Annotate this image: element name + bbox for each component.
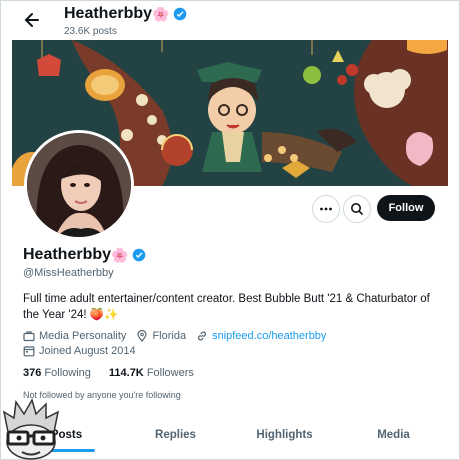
following-label: Following <box>44 367 91 379</box>
profile-meta-row-1: Media Personality Florida snipfeed.co/he… <box>23 330 326 342</box>
profile-name: Heatherbby 🌸 <box>23 246 146 264</box>
calendar-icon <box>23 346 35 357</box>
tab-label: Highlights <box>256 429 313 441</box>
avatar-photo <box>27 133 131 237</box>
verified-badge-icon[interactable] <box>132 248 146 262</box>
search-icon <box>351 203 364 216</box>
followers-count: 114.7K <box>108 367 144 379</box>
profile-category: Media Personality <box>39 330 127 342</box>
followers-label: Followers <box>146 367 194 379</box>
profile-meta-row-2: Joined August 2014 <box>23 345 136 357</box>
profile-avatar[interactable] <box>24 130 134 240</box>
top-bar: Heatherbby 🌸 23.6K posts <box>0 0 460 40</box>
profile-joined-date: Joined August 2014 <box>39 345 136 357</box>
profile-tabs: Posts Replies Highlights Media <box>12 418 448 454</box>
tab-replies[interactable]: Replies <box>121 418 230 454</box>
profile-display-name: Heatherbby <box>23 246 112 263</box>
profile-handle: @MissHeatherbby <box>23 267 114 279</box>
following-count: 376 <box>23 367 42 379</box>
profile-website-link[interactable]: snipfeed.co/heatherbby <box>212 330 326 342</box>
topbar-name: Heatherbby <box>64 5 153 22</box>
search-profile-button[interactable] <box>343 195 371 223</box>
back-arrow-icon[interactable] <box>22 10 42 30</box>
followers-stat[interactable]: 114.7K Followers <box>109 367 194 379</box>
profile-stats: 376 Following 114.7K Followers <box>23 367 194 379</box>
mascot-overlay-icon <box>2 398 60 460</box>
more-options-button[interactable] <box>312 195 340 223</box>
follow-button[interactable]: Follow <box>377 195 435 221</box>
briefcase-icon <box>23 331 35 342</box>
tab-media[interactable]: Media <box>339 418 448 454</box>
verified-badge-icon <box>174 7 187 21</box>
profile-name-emoji: 🌸 <box>111 246 129 263</box>
tab-label: Replies <box>155 429 196 441</box>
profile-location: Florida <box>152 330 187 342</box>
profile-bio: Full time adult entertainer/content crea… <box>23 293 430 321</box>
topbar-title: Heatherbby 🌸 <box>64 5 187 23</box>
topbar-post-count: 23.6K posts <box>64 26 117 37</box>
link-icon <box>198 331 207 341</box>
more-icon <box>320 207 332 211</box>
tab-highlights[interactable]: Highlights <box>230 418 339 454</box>
location-pin-icon <box>137 330 148 342</box>
tab-label: Media <box>377 429 410 441</box>
topbar-name-emoji: 🌸 <box>152 5 170 22</box>
following-stat[interactable]: 376 Following <box>23 367 91 379</box>
